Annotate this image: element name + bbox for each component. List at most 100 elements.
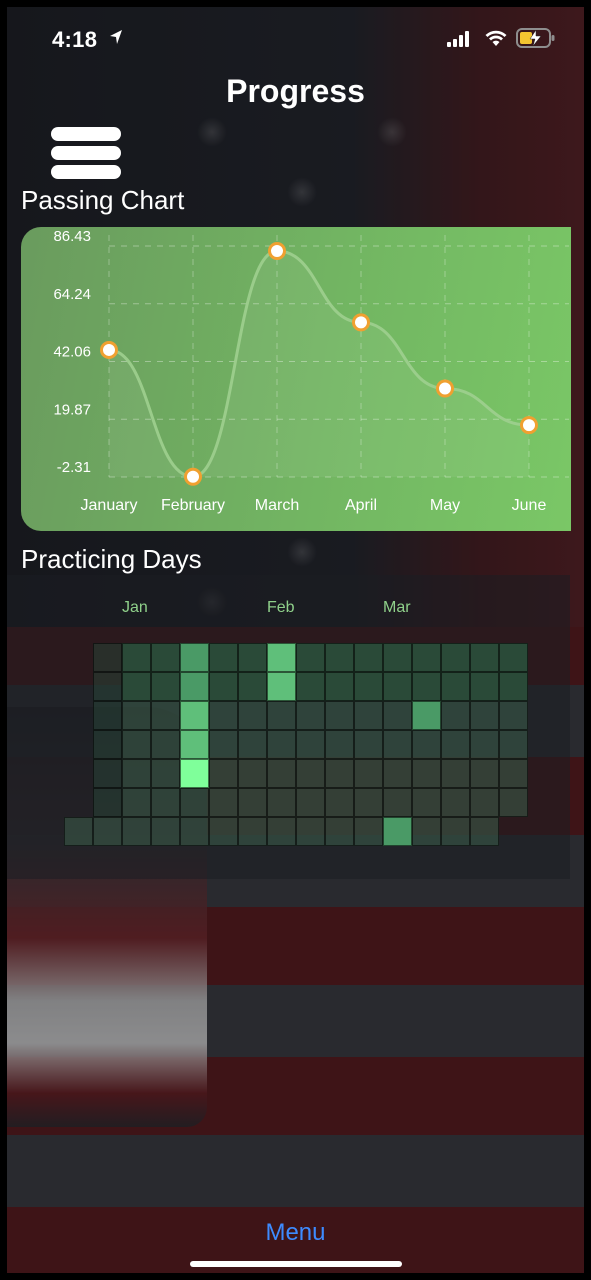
phone-screen: 4:18 Progress Passing Chart 86.43 64.24 42… — [7, 7, 584, 1273]
heatmap-cell — [383, 788, 412, 817]
heatmap-cell — [267, 817, 296, 846]
x-tick-label: June — [512, 497, 547, 514]
x-tick-label: May — [430, 497, 460, 514]
heatmap-cell — [180, 701, 209, 730]
heatmap-cell — [267, 672, 296, 701]
wifi-icon — [485, 30, 507, 46]
heatmap-cell — [354, 817, 383, 846]
heatmap-cell — [325, 759, 354, 788]
heatmap-cell — [499, 730, 528, 759]
heatmap-cell — [238, 730, 267, 759]
heatmap-cell — [499, 643, 528, 672]
y-tick-label: 42.06 — [53, 344, 91, 361]
heatmap-cell — [122, 701, 151, 730]
heatmap-cell — [122, 817, 151, 846]
heatmap-cell — [412, 817, 441, 846]
heatmap-cell — [151, 817, 180, 846]
heatmap-cell — [470, 817, 499, 846]
data-point — [436, 379, 454, 398]
y-tick-label: 19.87 — [53, 401, 91, 418]
heatmap-cell — [151, 643, 180, 672]
heatmap-cell — [412, 730, 441, 759]
heatmap-cell — [209, 730, 238, 759]
heatmap-cell — [470, 788, 499, 817]
heatmap-cell — [441, 788, 470, 817]
heatmap-cell — [151, 701, 180, 730]
heatmap-cell — [151, 788, 180, 817]
heatmap-cell — [412, 672, 441, 701]
heatmap-cell — [412, 643, 441, 672]
heatmap-cell — [325, 817, 354, 846]
heatmap-cell — [499, 672, 528, 701]
heatmap-cell — [64, 817, 93, 846]
heatmap-cell — [441, 672, 470, 701]
heatmap-cell — [93, 730, 122, 759]
data-point — [100, 340, 118, 359]
month-label-jan: Jan — [122, 599, 148, 616]
passing-chart: 86.43 64.24 42.06 19.87 -2.31 January February… — [21, 227, 571, 531]
practicing-days-title: Practicing Days — [21, 544, 202, 574]
passing-chart-svg: 86.43 64.24 42.06 19.87 -2.31 January February… — [53, 228, 569, 514]
heatmap-cell — [238, 701, 267, 730]
heatmap-cell — [93, 817, 122, 846]
heatmap-cell — [441, 701, 470, 730]
practicing-days-heatmap: Jan Feb Mar — [7, 575, 570, 879]
heatmap-cell — [267, 759, 296, 788]
heatmap-cell — [238, 672, 267, 701]
heatmap-cell — [325, 730, 354, 759]
heatmap-cell — [296, 730, 325, 759]
x-tick-label: February — [161, 497, 225, 514]
heatmap-cell — [209, 817, 238, 846]
heatmap-cell — [499, 788, 528, 817]
x-tick-label: January — [81, 497, 138, 514]
status-time: 4:18 — [52, 27, 98, 52]
heatmap-cell — [93, 759, 122, 788]
heatmap-cell — [93, 701, 122, 730]
heatmap-cell — [122, 730, 151, 759]
heatmap-cell — [93, 643, 122, 672]
heatmap-cell — [151, 730, 180, 759]
location-arrow-icon — [110, 30, 122, 44]
heatmap-cell — [180, 643, 209, 672]
heatmap-cell — [354, 643, 383, 672]
heatmap-cell — [209, 672, 238, 701]
passing-chart-title: Passing Chart — [21, 185, 185, 215]
heatmap-cell — [267, 788, 296, 817]
heatmap-cell — [499, 701, 528, 730]
x-tick-label: March — [255, 497, 299, 514]
home-indicator[interactable] — [190, 1261, 402, 1267]
heatmap-cell — [470, 701, 499, 730]
heatmap-cell — [122, 759, 151, 788]
data-point — [520, 416, 538, 435]
heatmap-cell — [354, 788, 383, 817]
page-title: Progress — [226, 73, 365, 109]
heatmap-cell — [499, 759, 528, 788]
heatmap-cell — [267, 701, 296, 730]
heatmap-cell — [412, 759, 441, 788]
menu-button[interactable]: Menu — [7, 1219, 584, 1247]
status-bar: 4:18 — [7, 7, 584, 63]
heatmap-cell — [470, 759, 499, 788]
heatmap-cell — [209, 701, 238, 730]
heatmap-cell — [383, 672, 412, 701]
data-point — [352, 313, 370, 332]
heatmap-cell — [238, 817, 267, 846]
hamburger-menu-icon[interactable] — [51, 127, 121, 181]
heatmap-cell — [470, 672, 499, 701]
heatmap-cell — [383, 701, 412, 730]
y-tick-label: 64.24 — [53, 286, 91, 303]
data-point — [184, 467, 202, 486]
heatmap-cell — [412, 788, 441, 817]
battery-charging-icon — [516, 28, 555, 48]
heatmap-cell — [296, 643, 325, 672]
heatmap-cell — [383, 759, 412, 788]
heatmap-cell — [267, 730, 296, 759]
heatmap-cell — [354, 672, 383, 701]
heatmap-cell — [180, 759, 209, 788]
heatmap-cell — [296, 759, 325, 788]
heatmap-cell — [180, 788, 209, 817]
heatmap-cell — [354, 730, 383, 759]
heatmap-cell — [383, 817, 412, 846]
heatmap-cell — [180, 730, 209, 759]
heatmap-cell — [238, 759, 267, 788]
